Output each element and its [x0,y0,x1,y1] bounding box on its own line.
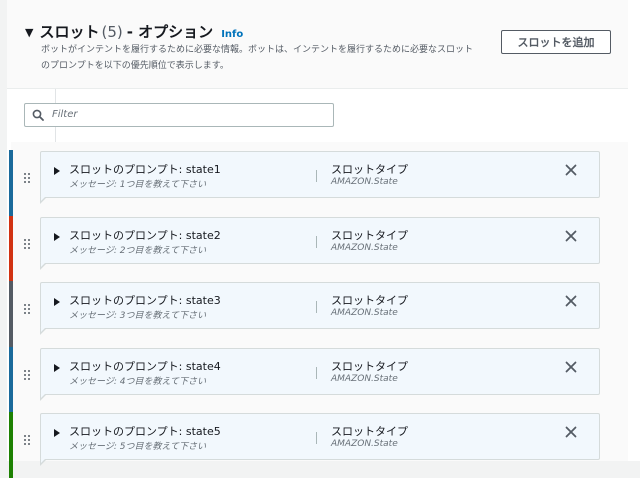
expand-caret-icon[interactable] [54,298,60,306]
slot-card[interactable]: スロットのプロンプト: state3 メッセージ: 3つ目を教えて下さい スロッ… [40,282,600,335]
info-link[interactable]: Info [221,29,243,40]
card-tail [40,458,47,466]
card-tail [40,327,47,335]
close-icon[interactable] [565,164,577,176]
expand-caret-icon[interactable] [54,429,60,437]
expand-caret-icon[interactable] [54,364,60,372]
slot-type-value: AMAZON.State [331,243,398,253]
slot-priority-bar [9,150,13,216]
slot-message: メッセージ: 5つ目を教えて下さい [69,442,206,452]
slot-row[interactable]: スロットのプロンプト: state5 メッセージ: 5つ目を教えて下さい スロッ… [9,412,628,478]
slot-message: メッセージ: 3つ目を教えて下さい [69,311,206,321]
slot-message: メッセージ: 1つ目を教えて下さい [69,180,206,190]
drag-handle-icon[interactable] [23,369,31,381]
slot-type-label: スロットタイプ [331,163,408,176]
drag-handle-icon[interactable] [23,434,31,446]
column-divider [316,301,317,313]
slot-priority-bar [9,216,13,282]
slot-type-label: スロットタイプ [331,229,408,242]
slot-prompt-label: スロットのプロンプト: state5 [69,425,221,438]
slots-header: ▼ スロット (5) - オプション Info ボットがインテントを履行するため… [7,0,628,89]
column-divider [316,367,317,379]
add-slot-button[interactable]: スロットを追加 [501,30,611,54]
slot-priority-bar [9,281,13,347]
close-icon[interactable] [565,426,577,438]
collapse-caret-icon[interactable]: ▼ [25,26,33,39]
slot-card[interactable]: スロットのプロンプト: state4 メッセージ: 4つ目を教えて下さい スロッ… [40,348,600,401]
section-subtitle: - オプション [126,23,214,41]
slot-type-value: AMAZON.State [331,308,398,318]
slot-type-value: AMAZON.State [331,177,398,187]
search-icon [32,109,44,121]
close-icon[interactable] [565,361,577,373]
slot-card[interactable]: スロットのプロンプト: state2 メッセージ: 2つ目を教えて下さい スロッ… [40,217,600,270]
slot-row[interactable]: スロットのプロンプト: state1 メッセージ: 1つ目を教えて下さい スロッ… [9,150,628,216]
slot-priority-bar [9,412,13,478]
section-title: スロット [39,23,100,41]
slot-prompt-label: スロットのプロンプト: state4 [69,360,221,373]
slot-card[interactable]: スロットのプロンプト: state1 メッセージ: 1つ目を教えて下さい スロッ… [40,151,600,204]
slot-message: メッセージ: 2つ目を教えて下さい [69,246,206,256]
drag-handle-icon[interactable] [23,238,31,250]
section-title-row: ▼ スロット (5) - オプション Info [25,21,243,42]
slot-type-label: スロットタイプ [331,360,408,373]
slot-priority-bar [9,347,13,413]
column-divider [316,170,317,182]
close-icon[interactable] [565,230,577,242]
slot-row[interactable]: スロットのプロンプト: state4 メッセージ: 4つ目を教えて下さい スロッ… [9,347,628,413]
slot-prompt-label: スロットのプロンプト: state2 [69,229,221,242]
slot-type-label: スロットタイプ [331,425,408,438]
column-divider [316,432,317,444]
drag-handle-icon[interactable] [23,172,31,184]
slot-prompt-label: スロットのプロンプト: state1 [69,163,221,176]
expand-caret-icon[interactable] [54,167,60,175]
slot-row[interactable]: スロットのプロンプト: state2 メッセージ: 2つ目を教えて下さい スロッ… [9,216,628,282]
slot-prompt-label: スロットのプロンプト: state3 [69,294,221,307]
slot-count: (5) [101,23,123,41]
filter-input[interactable]: Filter [24,103,334,127]
card-tail [40,196,47,204]
slot-message: メッセージ: 4つ目を教えて下さい [69,377,206,387]
filter-placeholder: Filter [52,109,78,120]
slot-card[interactable]: スロットのプロンプト: state5 メッセージ: 5つ目を教えて下さい スロッ… [40,413,600,466]
section-description: ボットがインテントを履行するために必要な情報。ボットは、インテントを履行するため… [41,45,474,71]
card-tail [40,262,47,270]
slot-type-value: AMAZON.State [331,439,398,449]
expand-caret-icon[interactable] [54,233,60,241]
drag-handle-icon[interactable] [23,303,31,315]
slot-row[interactable]: スロットのプロンプト: state3 メッセージ: 3つ目を教えて下さい スロッ… [9,281,628,347]
column-divider [316,236,317,248]
close-icon[interactable] [565,295,577,307]
slot-type-label: スロットタイプ [331,294,408,307]
slot-type-value: AMAZON.State [331,374,398,384]
card-tail [40,393,47,401]
